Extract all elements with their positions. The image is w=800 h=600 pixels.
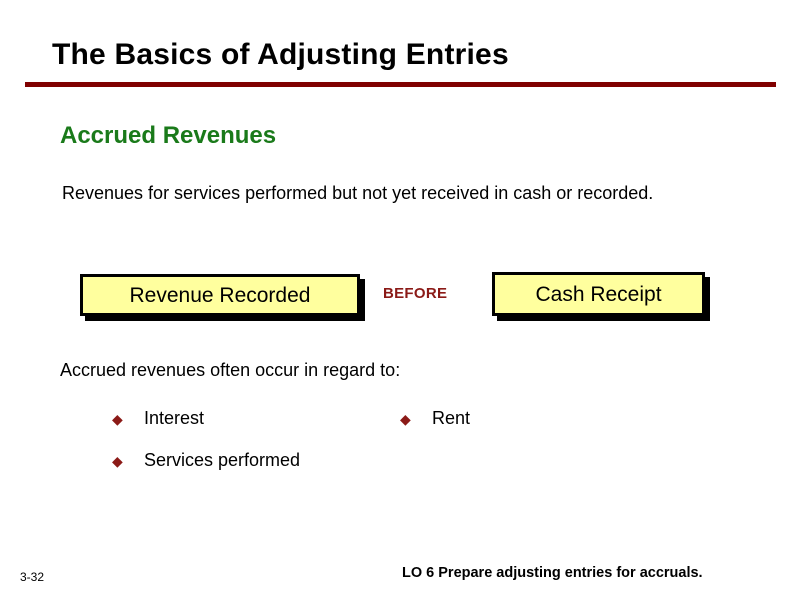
examples-right-column: ◆ Rent bbox=[400, 408, 470, 450]
title-divider bbox=[25, 82, 776, 87]
flow-box-cash-receipt-label: Cash Receipt bbox=[535, 282, 662, 306]
slide-canvas: The Basics of Adjusting Entries Accrued … bbox=[0, 0, 800, 600]
list-item-label: Interest bbox=[144, 408, 205, 428]
diamond-bullet-icon: ◆ bbox=[112, 453, 123, 469]
diamond-bullet-icon: ◆ bbox=[400, 411, 411, 427]
flow-box-revenue-recorded-label: Revenue Recorded bbox=[129, 283, 311, 307]
list-item-label: Services performed bbox=[144, 450, 301, 470]
examples-lead-in: Accrued revenues often occur in regard t… bbox=[60, 360, 401, 380]
list-item: ◆ Rent bbox=[400, 408, 470, 429]
page-number: 3-32 bbox=[20, 570, 45, 584]
flow-box-revenue-recorded: Revenue Recorded bbox=[80, 274, 360, 316]
flow-connector-label: BEFORE bbox=[383, 285, 448, 302]
examples-left-column: ◆ Interest ◆ Services performed bbox=[112, 408, 300, 492]
list-item: ◆ Services performed bbox=[112, 450, 300, 471]
section-description: Revenues for services performed but not … bbox=[62, 183, 654, 203]
list-item: ◆ Interest bbox=[112, 408, 300, 429]
page-title: The Basics of Adjusting Entries bbox=[52, 38, 509, 71]
list-item-label: Rent bbox=[432, 408, 471, 428]
learning-objective-footer: LO 6 Prepare adjusting entries for accru… bbox=[402, 565, 703, 581]
diamond-bullet-icon: ◆ bbox=[112, 411, 123, 427]
flow-box-cash-receipt: Cash Receipt bbox=[492, 272, 705, 316]
section-heading: Accrued Revenues bbox=[60, 122, 277, 149]
flow-diagram: Revenue Recorded BEFORE Cash Receipt bbox=[0, 272, 800, 324]
